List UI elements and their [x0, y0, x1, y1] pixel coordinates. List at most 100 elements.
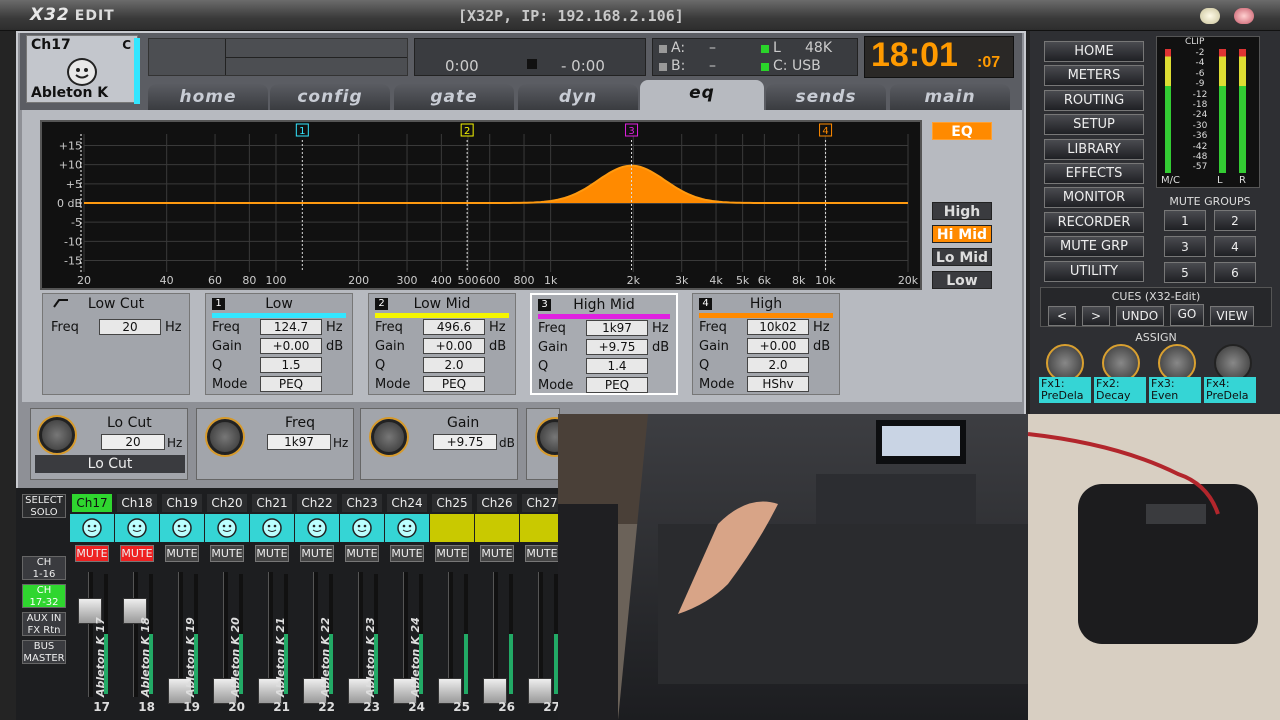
eq-graph[interactable]: 20 40 60 80 100 200 300 400 500 600 800 1k 2k 3k 4k 5k 6…: [40, 120, 922, 290]
select-solo-button[interactable]: SELECT SOLO: [22, 494, 66, 518]
band-q-field[interactable]: 1.5: [260, 357, 322, 373]
locut-footer-button[interactable]: Lo Cut: [35, 455, 185, 473]
tab-eq[interactable]: eq: [640, 80, 764, 112]
aux-fx-button[interactable]: AUX IN FX Rtn: [22, 612, 66, 636]
tab-main[interactable]: main: [890, 84, 1010, 110]
nav-mute-grp-button[interactable]: MUTE GRP: [1044, 236, 1144, 258]
channel-label[interactable]: Ch27: [522, 494, 562, 512]
band-himid-button[interactable]: Hi Mid: [932, 225, 992, 243]
band-mode-field[interactable]: PEQ: [260, 376, 322, 392]
freq-knob[interactable]: [207, 419, 243, 455]
channel-label[interactable]: Ch18: [117, 494, 157, 512]
band-title: High: [749, 296, 783, 312]
mute-button[interactable]: MUTE: [210, 545, 244, 562]
fader-track[interactable]: [88, 572, 93, 697]
band-lomid-button[interactable]: Lo Mid: [932, 248, 992, 266]
nav-utility-button[interactable]: UTILITY: [1044, 260, 1144, 282]
mute-button[interactable]: MUTE: [255, 545, 289, 562]
band-freq-field[interactable]: 124.7: [260, 319, 322, 335]
channel-vertical-name: Ableton K 21: [274, 617, 287, 697]
cue-next-button[interactable]: >: [1082, 306, 1110, 326]
band-mode-field[interactable]: PEQ: [423, 376, 485, 392]
channel-info[interactable]: Ch17 C Ableton K: [26, 35, 138, 103]
freq-tick-label: 20k: [898, 274, 919, 287]
freq-knob-value[interactable]: 1k97: [267, 434, 331, 450]
mute-button[interactable]: MUTE: [120, 545, 154, 562]
band-color-bar: [538, 314, 670, 319]
mute-button[interactable]: MUTE: [300, 545, 334, 562]
mute-button[interactable]: MUTE: [75, 545, 109, 562]
nav-routing-button[interactable]: ROUTING: [1044, 89, 1144, 111]
channel-label[interactable]: Ch26: [477, 494, 517, 512]
band-gain-field[interactable]: +0.00: [423, 338, 485, 354]
gain-knob[interactable]: [371, 419, 407, 455]
nav-library-button[interactable]: LIBRARY: [1044, 138, 1144, 160]
channel-label[interactable]: Ch17: [72, 494, 112, 512]
freq-tick-label: 6k: [758, 274, 772, 287]
tab-gate[interactable]: gate: [394, 84, 514, 110]
nav-recorder-button[interactable]: RECORDER: [1044, 211, 1144, 233]
close-button[interactable]: [1234, 8, 1254, 24]
band-gain-field[interactable]: +0.00: [260, 338, 322, 354]
band-mode-field[interactable]: PEQ: [586, 377, 648, 393]
band-mode-field[interactable]: HShv: [747, 376, 809, 392]
mute-group-5-button[interactable]: 5: [1164, 262, 1206, 283]
nav-monitor-button[interactable]: MONITOR: [1044, 187, 1144, 209]
mute-button[interactable]: MUTE: [165, 545, 199, 562]
db-tick-label: +5: [66, 178, 82, 191]
channel-label[interactable]: Ch20: [207, 494, 247, 512]
ch-1-16-button[interactable]: CH 1-16: [22, 556, 66, 580]
cue-view-button[interactable]: VIEW: [1210, 306, 1254, 326]
tab-home[interactable]: home: [148, 84, 268, 110]
tab-dyn[interactable]: dyn: [518, 84, 638, 110]
cue-go-button[interactable]: GO: [1170, 304, 1204, 326]
channel-label[interactable]: Ch19: [162, 494, 202, 512]
eq-toggle-button[interactable]: EQ: [932, 122, 992, 140]
nav-setup-button[interactable]: SETUP: [1044, 114, 1144, 136]
channel-label[interactable]: Ch25: [432, 494, 472, 512]
clock-seconds: :07: [977, 54, 1001, 71]
band-high-button[interactable]: High: [932, 202, 992, 220]
mute-group-4-button[interactable]: 4: [1214, 236, 1256, 257]
mute-group-2-button[interactable]: 2: [1214, 210, 1256, 231]
fader-track[interactable]: [133, 572, 138, 697]
mute-group-6-button[interactable]: 6: [1214, 262, 1256, 283]
nav-effects-button[interactable]: EFFECTS: [1044, 163, 1144, 184]
mute-button[interactable]: MUTE: [480, 545, 514, 562]
stop-icon[interactable]: [527, 59, 537, 69]
channel-label[interactable]: Ch22: [297, 494, 337, 512]
ch-17-32-button[interactable]: CH 17-32: [22, 584, 66, 608]
minimize-button[interactable]: [1200, 8, 1220, 24]
channel-vertical-name: Ableton K 24: [409, 617, 422, 697]
band-gain-field[interactable]: +0.00: [747, 338, 809, 354]
lowcut-freq-field[interactable]: 20: [99, 319, 161, 335]
band-q-field[interactable]: 2.0: [423, 357, 485, 373]
band-q-field[interactable]: 2.0: [747, 357, 809, 373]
mute-button[interactable]: MUTE: [345, 545, 379, 562]
mute-button[interactable]: MUTE: [525, 545, 559, 562]
tab-config[interactable]: config: [270, 84, 390, 110]
band-freq-field[interactable]: 1k97: [586, 320, 648, 336]
locut-knob[interactable]: [39, 417, 75, 453]
mute-group-1-button[interactable]: 1: [1164, 210, 1206, 231]
band-freq-field[interactable]: 496.6: [423, 319, 485, 335]
gain-knob-value[interactable]: +9.75: [433, 434, 497, 450]
mute-button[interactable]: MUTE: [390, 545, 424, 562]
cue-prev-button[interactable]: <: [1048, 306, 1076, 326]
band-gain-field[interactable]: +9.75: [586, 339, 648, 355]
mute-group-3-button[interactable]: 3: [1164, 236, 1206, 257]
channel-label[interactable]: Ch24: [387, 494, 427, 512]
nav-meters-button[interactable]: METERS: [1044, 65, 1144, 87]
band-low-button[interactable]: Low: [932, 271, 992, 289]
band-q-field[interactable]: 1.4: [586, 358, 648, 374]
cue-undo-button[interactable]: UNDO: [1116, 306, 1164, 326]
channel-label[interactable]: Ch23: [342, 494, 382, 512]
tab-sends[interactable]: sends: [766, 84, 886, 110]
mute-button[interactable]: MUTE: [435, 545, 469, 562]
bus-master-button[interactable]: BUS MASTER: [22, 640, 66, 664]
band-freq-field[interactable]: 10k02: [747, 319, 809, 335]
channel-label[interactable]: Ch21: [252, 494, 292, 512]
nav-home-button[interactable]: HOME: [1044, 41, 1144, 62]
locut-knob-value[interactable]: 20: [101, 434, 165, 450]
clock: 18:01 :07: [864, 36, 1014, 78]
